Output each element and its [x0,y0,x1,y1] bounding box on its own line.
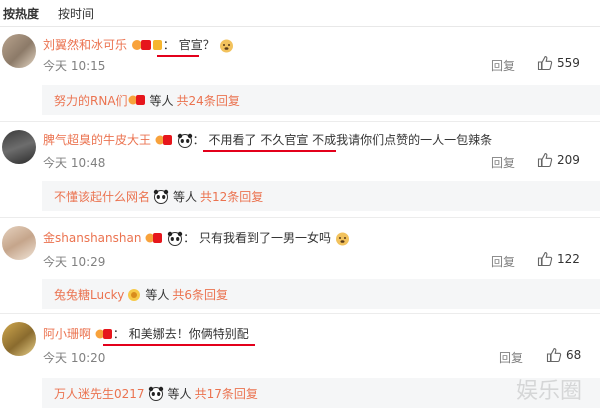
reply-button[interactable]: 回复 [491,57,515,74]
like-count: 209 [557,153,580,167]
sub-reply-etc: 等人 [145,288,170,302]
thumb-up-icon [546,348,562,363]
watermark: 娱乐圈 [515,379,582,404]
sunflower-badge-icon [128,288,141,301]
comment-divider [0,313,600,314]
comment-time: 今天 10:29 [43,255,106,269]
comment-item: 金shanshanshan ： 只有我看到了一男一女吗 今天 10:29 回复 … [0,220,600,310]
sub-reply-box: 兔兔糖Lucky 等人 共6条回复 [42,279,600,309]
like-button[interactable]: 68 [546,347,581,363]
reply-button[interactable]: 回复 [491,253,515,270]
sub-reply-etc: 等人 [149,94,174,108]
like-count: 559 [557,56,580,70]
avatar[interactable] [2,34,36,68]
comment-divider [0,217,600,218]
reply-button[interactable]: 回复 [499,349,523,366]
sub-reply-etc: 等人 [173,190,198,204]
like-button[interactable]: 209 [537,152,580,168]
tab-by-hot[interactable]: 按热度 [3,5,39,22]
sub-reply-count-link[interactable]: 共17条回复 [195,385,258,402]
doge-emoji [335,232,349,246]
tabs-divider [0,26,600,27]
comment-item: 脾气超臭的牛皮大王 ： 不用看了 不久官宣 不成我请你们点赞的一人一包辣条 今天… [0,124,600,216]
like-count: 68 [566,348,582,362]
username-link[interactable]: 刘翼然和冰可乐 [43,38,127,52]
sub-reply-box: 不懂该起什么网名 等人 共12条回复 [42,181,600,211]
vip-badge-icon [155,134,172,145]
comment-time: 今天 10:15 [43,59,106,73]
red-underline-annotation [157,55,199,57]
comment-text-line: 脾气超臭的牛皮大王 ： 不用看了 不久官宣 不成我请你们点赞的一人一包辣条 [43,133,493,148]
comment-time: 今天 10:48 [43,156,106,170]
sub-reply-user[interactable]: 不懂该起什么网名 [54,188,150,205]
like-button[interactable]: 122 [537,251,580,267]
sub-reply-count-link[interactable]: 共6条回复 [172,286,228,303]
sub-reply-user[interactable]: 努力的RNA们 [54,92,128,109]
comment-text-line: 阿小珊啊 ： 和美娜去！你俩特别配 [43,327,249,341]
thumb-up-icon [537,252,553,267]
comment-text-line: 刘翼然和冰可乐 ： 官宣？ [43,36,234,53]
sub-reply-etc: 等人 [167,387,192,401]
avatar[interactable] [2,226,36,260]
sub-reply-user[interactable]: 兔兔糖Lucky [54,286,124,303]
vip-badge-icon [95,328,112,339]
red-underline-annotation [203,150,336,152]
vip-badge-icon [145,232,163,243]
vip-badge-icon [128,94,145,105]
comment-item: 阿小珊啊 ： 和美娜去！你俩特别配 今天 10:20 回复 68 万人迷先生02… [0,316,600,411]
vip-badge-icon [131,39,162,50]
comment-time: 今天 10:20 [43,351,106,365]
like-button[interactable]: 559 [537,55,580,71]
comment-text: 官宣？ [178,38,215,52]
username-link[interactable]: 脾气超臭的牛皮大王 [43,133,151,147]
comment-text: 和美娜去！你俩特别配 [128,327,249,341]
sub-reply-box: 努力的RNA们 等人 共24条回复 [42,85,600,115]
thumb-up-icon [537,153,553,168]
sub-reply-user[interactable]: 万人迷先生0217 [54,385,145,402]
panda-emoji [177,133,192,148]
reply-button[interactable]: 回复 [491,154,515,171]
thumb-up-icon [537,56,553,71]
sort-tabs: 按热度 按时间 [0,0,600,27]
comment-item: 刘翼然和冰可乐 ： 官宣？ 今天 10:15 回复 559 努力的RNA们 等人… [0,30,600,118]
username-link[interactable]: 阿小珊啊 [43,327,91,341]
avatar[interactable] [2,130,36,164]
red-underline-annotation [103,344,255,346]
panda-emoji [153,189,169,204]
comment-text: 只有我看到了一男一女吗 [198,231,331,245]
comment-text: 不用看了 不久官宣 不成我请你们点赞的一人一包辣条 [208,133,493,147]
comment-divider [0,121,600,122]
sub-reply-count-link[interactable]: 共24条回复 [177,92,240,109]
username-link[interactable]: 金shanshanshan [43,231,141,245]
panda-emoji [148,386,163,401]
avatar[interactable] [2,322,36,356]
sub-reply-count-link[interactable]: 共12条回复 [200,188,263,205]
tab-by-time[interactable]: 按时间 [58,5,94,22]
comment-text-line: 金shanshanshan ： 只有我看到了一男一女吗 [43,229,350,246]
doge-emoji [219,39,233,53]
panda-emoji [167,231,183,246]
like-count: 122 [557,252,580,266]
